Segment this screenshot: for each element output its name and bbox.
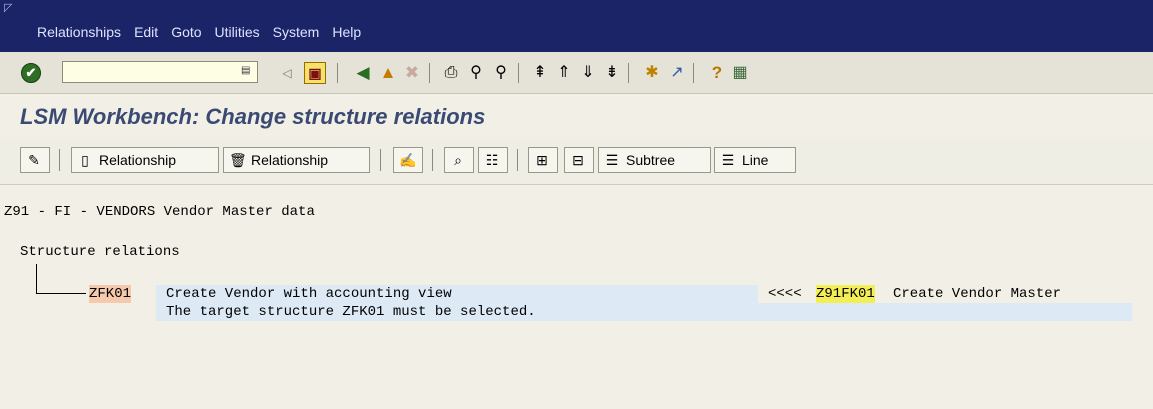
create-document-icon: ▯ [81, 152, 89, 168]
source-structure-code[interactable]: Z91FK01 [816, 285, 875, 303]
page-title: LSM Workbench: Change structure relation… [20, 104, 486, 129]
menu-edit[interactable]: Edit [134, 24, 158, 40]
toolbar-separator [432, 149, 433, 171]
toolbar-separator [337, 63, 338, 83]
find-next-icon[interactable]: ⚲ [490, 62, 512, 84]
line-label: Line [742, 152, 769, 168]
menu-system[interactable]: System [273, 24, 320, 40]
hierarchy-button[interactable]: ☷ [478, 147, 508, 173]
system-menu-icon[interactable]: ◸ [4, 2, 16, 14]
menu-help[interactable]: Help [332, 24, 361, 40]
pencil-glasses-icon: ✎ [28, 152, 40, 168]
collapse-arrow-icon[interactable]: ◁ [276, 62, 298, 84]
menu-goto[interactable]: Goto [171, 24, 201, 40]
previous-page-icon[interactable]: ⇑ [553, 62, 575, 84]
toolbar-separator [517, 149, 518, 171]
help-icon[interactable]: ? [706, 62, 728, 84]
edit-button[interactable]: ✍ [393, 147, 423, 173]
menu-utilities[interactable]: Utilities [215, 24, 260, 40]
subtree-button[interactable]: ☰ Subtree [598, 147, 711, 173]
menu-bar: ◸ Relationships Edit Goto Utilities Syst… [0, 0, 1153, 52]
last-page-icon[interactable]: ⇟ [601, 62, 623, 84]
menu-relationships[interactable]: Relationships [37, 24, 121, 40]
find-icon[interactable]: ⚲ [465, 62, 487, 84]
source-structure-description: Create Vendor Master [893, 286, 1062, 302]
print-icon[interactable]: ⎙ [440, 62, 462, 84]
save-icon[interactable]: ▣ [304, 62, 326, 84]
shortcut-icon[interactable]: ↗ [666, 62, 688, 84]
target-structure-description: Create Vendor with accounting view [166, 286, 452, 302]
section-title: Structure relations [20, 244, 180, 260]
first-page-icon[interactable]: ⇞ [529, 62, 551, 84]
expand-button[interactable]: ⊞ [528, 147, 558, 173]
target-structure-code[interactable]: ZFK01 [89, 285, 132, 303]
expand-icon: ⊞ [536, 152, 548, 168]
collapse-icon: ⊟ [572, 152, 584, 168]
subtree-label: Subtree [626, 152, 676, 168]
toolbar-separator [628, 63, 629, 83]
selection-message: The target structure ZFK01 must be selec… [166, 304, 536, 320]
toolbar-separator [518, 63, 519, 83]
collapse-button[interactable]: ⊟ [564, 147, 594, 173]
command-history-icon[interactable]: ▤ [241, 65, 251, 77]
next-page-icon[interactable]: ⇓ [577, 62, 599, 84]
magnify-icon: ⌕ [454, 152, 462, 168]
display-change-button[interactable]: ✎ [20, 147, 50, 173]
relation-arrow: <<<< [768, 286, 802, 302]
command-field[interactable]: ▤ [62, 61, 258, 83]
edit-pencil-icon: ✍ [399, 152, 417, 168]
command-input[interactable] [63, 62, 239, 82]
toolbar-separator [693, 63, 694, 83]
delete-relationship-button[interactable]: 🗑 Relationship [223, 147, 370, 173]
standard-toolbar: ✔ ▤ ◁ ▣ ◀ ▲ ✖ ⎙ ⚲ ⚲ ⇞ ⇑ ⇓ ⇟ ✱ ↗ ? ▦ [0, 52, 1153, 94]
delete-relationship-label: Relationship [251, 152, 329, 168]
exit-icon[interactable]: ▲ [377, 62, 399, 84]
hierarchy-line [36, 264, 37, 293]
trash-icon: 🗑 [229, 152, 247, 168]
hierarchy-icon: ☷ [485, 152, 499, 168]
line-icon: ☰ [721, 152, 735, 168]
menu: Relationships Edit Goto Utilities System… [37, 24, 374, 40]
subtree-icon: ☰ [605, 152, 619, 168]
line-button[interactable]: ☰ Line [714, 147, 796, 173]
toolbar-separator [59, 149, 60, 171]
back-icon[interactable]: ◀ [352, 62, 374, 84]
create-session-icon[interactable]: ✱ [641, 62, 663, 84]
cancel-icon[interactable]: ✖ [401, 62, 423, 84]
hierarchy-line [36, 293, 86, 294]
layout-menu-icon[interactable]: ▦ [729, 62, 751, 84]
detail-button[interactable]: ⌕ [444, 147, 474, 173]
header-text: Z91 - FI - VENDORS Vendor Master data [4, 204, 315, 220]
toolbar-separator [429, 63, 430, 83]
create-relationship-label: Relationship [99, 152, 177, 168]
enter-icon[interactable]: ✔ [21, 63, 41, 83]
application-toolbar: ✎ ▯ Relationship 🗑 Relationship ✍ ⌕ ☷ ⊞ ⊟ … [0, 139, 1153, 185]
toolbar-separator [380, 149, 381, 171]
create-relationship-button[interactable]: ▯ Relationship [71, 147, 219, 173]
